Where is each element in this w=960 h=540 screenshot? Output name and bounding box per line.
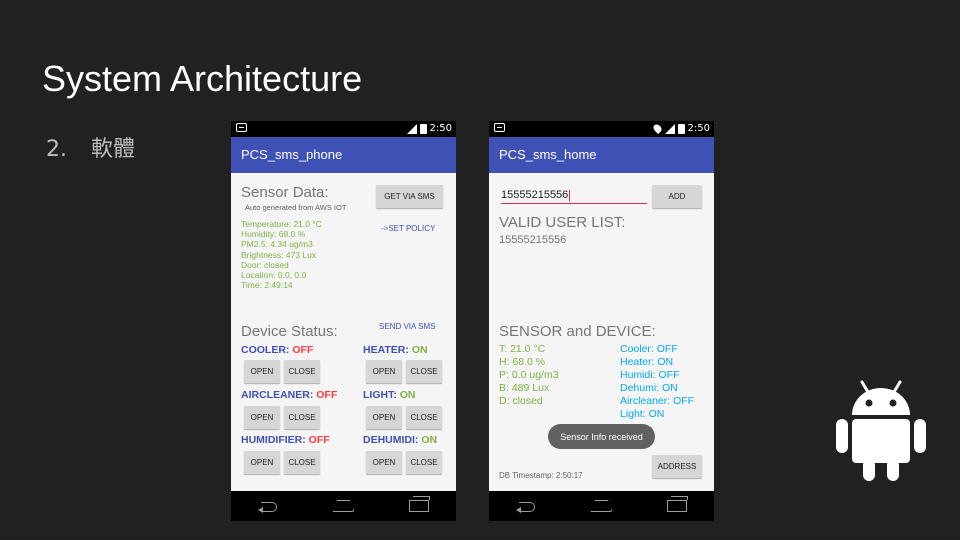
navigation-bar: [489, 491, 714, 521]
signal-icon: [406, 123, 417, 134]
valid-user-list-heading: VALID USER LIST:: [499, 214, 626, 231]
sensor-reading: Door: closed: [241, 259, 289, 270]
device-state-line: Humidi: OFF: [620, 369, 680, 381]
list-text: 軟體: [91, 137, 136, 162]
add-button[interactable]: ADD: [652, 185, 702, 208]
device-heater: HEATER: ON: [363, 344, 428, 356]
device-dehumidifier: DEHUMIDI: ON: [363, 434, 437, 446]
device-state-line: Light: ON: [620, 408, 665, 420]
app-bar-title: PCS_sms_home: [489, 137, 714, 173]
sensor-data-subtitle: Auto generated from AWS IOT: [245, 203, 347, 212]
toast-message: Sensor Info received: [548, 424, 655, 449]
device-name: AIRCLEANER:: [241, 389, 314, 401]
list-number: 2.: [46, 137, 67, 162]
dehumidifier-close-button[interactable]: CLOSE: [406, 451, 442, 474]
device-state: OFF: [292, 344, 314, 356]
phone-screen-sms-home: 2:50 PCS_sms_home 15555215556 ADD VALID …: [489, 121, 714, 521]
home-nav-icon[interactable]: [332, 500, 355, 512]
get-via-sms-button[interactable]: GET VIA SMS: [376, 185, 443, 208]
device-state: ON: [399, 389, 416, 401]
sensor-readings: Temperature: 21.0 °C Humidity: 68.0 % PM…: [241, 219, 322, 290]
device-name: COOLER:: [241, 344, 290, 356]
heater-open-button[interactable]: OPEN: [366, 360, 402, 383]
phone-number-input[interactable]: 15555215556: [501, 189, 571, 201]
aircleaner-open-button[interactable]: OPEN: [244, 406, 280, 429]
sensor-reading: B: 489 Lux: [499, 382, 550, 394]
heater-close-button[interactable]: CLOSE: [406, 360, 442, 383]
status-bar: 2:50: [489, 121, 714, 137]
status-time: 2:50: [429, 123, 452, 134]
phone-number-value: 15555215556: [501, 189, 569, 201]
status-time: 2:50: [687, 123, 710, 134]
sensor-list: T: 21.0 °C H: 68.0 % P: 0.0 ug/m3 B: 489…: [499, 343, 559, 408]
signal-icon: [664, 123, 675, 134]
back-nav-icon[interactable]: [258, 500, 278, 513]
humidifier-close-button[interactable]: CLOSE: [284, 451, 320, 474]
light-close-button[interactable]: CLOSE: [406, 406, 442, 429]
device-name: HEATER:: [363, 344, 409, 356]
home-nav-icon[interactable]: [590, 500, 613, 512]
device-name: HUMIDIFIER:: [241, 434, 306, 446]
device-status-heading: Device Status:: [241, 323, 338, 340]
sensor-reading: Temperature: 21.0 °C: [241, 219, 322, 229]
sensor-data-heading: Sensor Data:: [241, 184, 329, 201]
device-state: ON: [411, 344, 428, 356]
recent-apps-icon[interactable]: [408, 496, 430, 512]
dehumidifier-open-button[interactable]: OPEN: [366, 451, 402, 474]
android-logo-icon: [836, 380, 926, 481]
battery-icon: [677, 123, 685, 134]
device-state-line: Cooler: OFF: [620, 343, 678, 355]
device-cooler: COOLER: OFF: [241, 344, 313, 356]
navigation-bar: [231, 491, 456, 521]
device-list: Cooler: OFF Heater: ON Humidi: OFF Dehum…: [620, 343, 694, 421]
status-bar: 2:50: [231, 121, 456, 137]
sensor-reading: D: closed: [499, 395, 543, 407]
send-via-sms-link[interactable]: SEND VIA SMS: [379, 322, 435, 331]
battery-icon: [419, 123, 427, 134]
sensor-reading: Time: 2:49:14: [241, 280, 293, 291]
sensor-device-heading: SENSOR and DEVICE:: [499, 323, 656, 340]
app-bar-title: PCS_sms_phone: [231, 137, 456, 173]
back-nav-icon[interactable]: [516, 500, 536, 513]
device-state: OFF: [316, 389, 338, 401]
sensor-reading: Brightness: 473 Lux: [241, 249, 317, 260]
light-open-button[interactable]: OPEN: [366, 406, 402, 429]
device-light: LIGHT: ON: [363, 389, 416, 401]
slide-title: System Architecture: [42, 58, 363, 99]
valid-user-entry: 15555215556: [499, 234, 567, 246]
cooler-close-button[interactable]: CLOSE: [284, 360, 320, 383]
sensor-reading: PM2.5: 4.34 ug/m3: [241, 239, 313, 250]
sensor-reading: P: 0.0 ug/m3: [499, 369, 559, 381]
aircleaner-close-button[interactable]: CLOSE: [284, 406, 320, 429]
sensor-reading: Humidity: 68.0 %: [241, 229, 306, 240]
sensor-reading: H: 68.0 %: [499, 356, 546, 368]
text-cursor: [569, 189, 571, 201]
sensor-reading: T: 21.0 °C: [499, 343, 546, 355]
humidifier-open-button[interactable]: OPEN: [244, 451, 280, 474]
set-policy-link[interactable]: ->SET POLICY: [381, 224, 435, 233]
location-icon: [651, 122, 663, 135]
cooler-open-button[interactable]: OPEN: [244, 360, 280, 383]
device-state-line: Heater: ON: [620, 356, 674, 368]
device-state: ON: [421, 434, 438, 446]
sensor-reading: Location: 0.0, 0.0: [241, 270, 307, 281]
phone-screen-sms-phone: 2:50 PCS_sms_phone Sensor Data: Auto gen…: [231, 121, 456, 521]
device-state-line: Aircleaner: OFF: [620, 395, 695, 407]
device-humidifier: HUMIDIFIER: OFF: [241, 434, 330, 446]
message-notification-icon: [494, 123, 505, 132]
recent-apps-icon[interactable]: [666, 496, 688, 512]
input-underline: [501, 203, 647, 204]
device-name: LIGHT:: [363, 389, 397, 401]
db-timestamp: DB Timestamp: 2:50:17: [499, 471, 583, 480]
device-aircleaner: AIRCLEANER: OFF: [241, 389, 337, 401]
message-notification-icon: [236, 123, 247, 132]
slide-list-item: 2. 軟體: [46, 131, 135, 163]
device-name: DEHUMIDI:: [363, 434, 419, 446]
address-button[interactable]: ADDRESS: [652, 455, 702, 478]
device-state-line: Dehumi: ON: [620, 382, 678, 394]
device-state: OFF: [308, 434, 330, 446]
